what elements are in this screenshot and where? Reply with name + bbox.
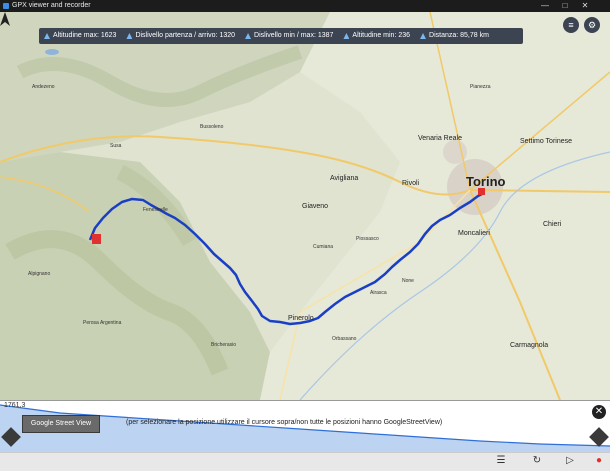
- settings-button[interactable]: ⚙: [584, 17, 600, 33]
- place-label: Venaria Reale: [418, 135, 462, 142]
- altitude-icon: [44, 33, 50, 39]
- elevation-range-icon: [245, 33, 252, 39]
- place-label: Avigliana: [330, 175, 359, 182]
- elevation-diff-icon: [126, 33, 133, 39]
- close-profile-button[interactable]: ✕: [592, 405, 606, 419]
- stat-elevation-range: Dislivello min / max: 1387: [240, 28, 338, 44]
- play-button[interactable]: ▷: [563, 455, 577, 467]
- minimize-button[interactable]: —: [536, 0, 554, 12]
- profile-max-label: 1761,3: [4, 402, 26, 409]
- place-label: Perosa Argentina: [83, 320, 122, 326]
- title-bar: GPX viewer and recorder — □ ✕: [0, 0, 610, 12]
- place-label: Orbassano: [332, 336, 357, 342]
- start-marker: [92, 234, 101, 244]
- place-label: Fenestrelle: [143, 207, 168, 213]
- close-icon: ✕: [594, 406, 604, 417]
- maximize-button[interactable]: □: [556, 0, 574, 12]
- record-button[interactable]: ●: [592, 455, 606, 467]
- stat-altitude-max: Altitudine max: 1623: [39, 28, 121, 44]
- place-label: Piossasco: [356, 236, 379, 242]
- play-icon: ▷: [566, 455, 574, 466]
- list-button[interactable]: ☰: [494, 455, 508, 467]
- place-label: Airasca: [370, 290, 387, 296]
- place-label: Bricherasio: [211, 342, 237, 348]
- place-label: Settimo Torinese: [520, 138, 573, 145]
- end-marker: [478, 188, 485, 195]
- google-street-view-button[interactable]: Google Street View: [22, 415, 100, 433]
- place-label: Alpignano: [28, 271, 51, 277]
- bottom-toolbar: [0, 452, 610, 471]
- place-label: None: [402, 278, 414, 284]
- city-label-torino: Torino: [466, 174, 506, 189]
- close-window-button[interactable]: ✕: [576, 0, 594, 12]
- place-label: Rivoli: [402, 180, 420, 187]
- list-icon: ☰: [496, 455, 506, 466]
- refresh-button[interactable]: ↻: [530, 455, 544, 467]
- record-icon: ●: [595, 455, 603, 466]
- place-label: Pianezza: [470, 84, 491, 90]
- altitude-min-icon: [343, 33, 350, 39]
- place-label: Cumiana: [313, 244, 334, 250]
- stats-bar: Altitudine max: 1623 Dislivello partenza…: [39, 28, 523, 44]
- refresh-icon: ↻: [532, 455, 542, 466]
- distance-icon: [420, 33, 427, 39]
- compass-icon[interactable]: [0, 12, 10, 26]
- place-label: Giaveno: [302, 203, 329, 210]
- stat-distance: Distanza: 85,78 km: [415, 28, 494, 44]
- menu-button[interactable]: ≡: [563, 17, 579, 33]
- map-view[interactable]: Torino Moncalieri Venaria Reale Rivoli C…: [0, 12, 610, 400]
- stat-elevation-diff: Dislivello partenza / arrivo: 1320: [121, 28, 240, 44]
- profile-hint-text: (per selezionare la posizione utilizzare…: [126, 419, 443, 426]
- place-label: Bussoleno: [200, 124, 224, 130]
- gear-icon: ⚙: [587, 20, 597, 30]
- place-label: Chieri: [543, 221, 562, 228]
- place-label: Pinerolo: [288, 315, 314, 322]
- stat-altitude-min: Altitudine min: 236: [338, 28, 415, 44]
- place-label: Carmagnola: [510, 342, 549, 349]
- place-label: Moncalieri: [458, 230, 490, 237]
- place-label: Andezeno: [32, 84, 55, 90]
- app-icon: [3, 3, 9, 9]
- menu-icon: ≡: [568, 20, 574, 30]
- place-label: Susa: [110, 143, 122, 149]
- window-title: GPX viewer and recorder: [12, 2, 91, 9]
